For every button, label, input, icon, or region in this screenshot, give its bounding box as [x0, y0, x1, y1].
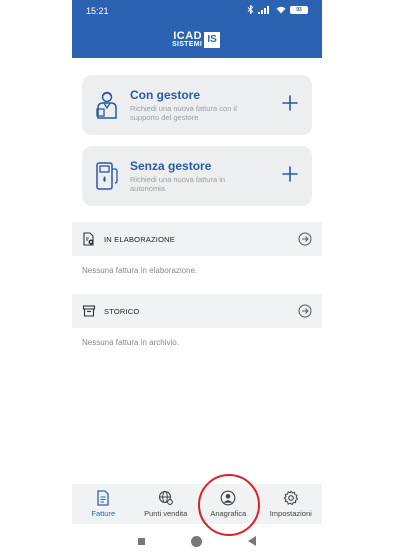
card-title: Con gestore [130, 88, 201, 102]
status-time: 15:21 [86, 6, 109, 16]
home-button[interactable] [191, 535, 202, 547]
brand-logo: ICAD SISTEMI IS [172, 30, 221, 49]
document-gear-icon [83, 232, 94, 246]
section-in-elaborazione[interactable]: IN ELABORAZIONE [72, 222, 322, 256]
wifi-icon [276, 6, 286, 13]
nav-label: Anagrafica [210, 509, 247, 518]
app-screen: 15:21 93 ICAD SISTEMI IS Con gestore Ric… [72, 0, 322, 558]
section-label: IN ELABORAZIONE [104, 235, 175, 244]
plus-icon[interactable] [282, 166, 298, 182]
user-circle-icon [220, 490, 236, 506]
gear-icon [283, 490, 298, 506]
nav-item-fatture[interactable]: Fatture [72, 484, 135, 524]
card-senza-gestore[interactable]: Senza gestore Richiedi una nuova fattura… [82, 146, 312, 206]
attendant-icon [96, 91, 117, 119]
globe-settings-icon [158, 490, 173, 505]
system-navigation-bar [72, 530, 322, 552]
nav-label: Impostazioni [269, 509, 312, 518]
arrow-right-circle-icon[interactable] [298, 304, 312, 318]
recent-apps-button[interactable] [138, 537, 145, 545]
nav-label: Fatture [91, 509, 116, 518]
nav-label: Punti vendita [144, 509, 188, 518]
bluetooth-icon [247, 5, 254, 14]
invoice-icon [97, 490, 109, 506]
plus-icon[interactable] [282, 95, 298, 111]
empty-state-text: Nessuna fattura in elaborazione. [82, 266, 198, 275]
fuel-pump-icon [96, 162, 118, 190]
nav-item-punti-vendita[interactable]: Punti vendita [135, 484, 198, 524]
bottom-navigation: Fatture Punti vendita Anagrafica Imposta… [72, 484, 322, 524]
card-description: Richiedi una nuova fattura in autonomia [130, 175, 226, 193]
card-description: Richiedi una nuova fattura con il suppor… [130, 104, 237, 122]
empty-state-text: Nessuna fattura in archivio. [82, 338, 179, 347]
logo-text-bottom: SISTEMI [172, 41, 203, 48]
battery-indicator: 93 [290, 5, 308, 14]
arrow-right-circle-icon[interactable] [298, 232, 312, 246]
section-label: STORICO [104, 307, 140, 316]
nav-item-anagrafica[interactable]: Anagrafica [197, 484, 260, 524]
card-con-gestore[interactable]: Con gestore Richiedi una nuova fattura c… [82, 75, 312, 135]
logo-mark: IS [204, 32, 221, 48]
status-icons: 93 [247, 5, 308, 14]
signal-icon [258, 5, 269, 14]
section-storico[interactable]: STORICO [72, 294, 322, 328]
card-title: Senza gestore [130, 159, 212, 173]
back-button[interactable] [248, 536, 256, 546]
logo-text-top: ICAD [173, 30, 203, 42]
archive-icon [82, 305, 96, 317]
app-header: 15:21 93 ICAD SISTEMI IS [72, 0, 322, 58]
nav-item-impostazioni[interactable]: Impostazioni [260, 484, 323, 524]
